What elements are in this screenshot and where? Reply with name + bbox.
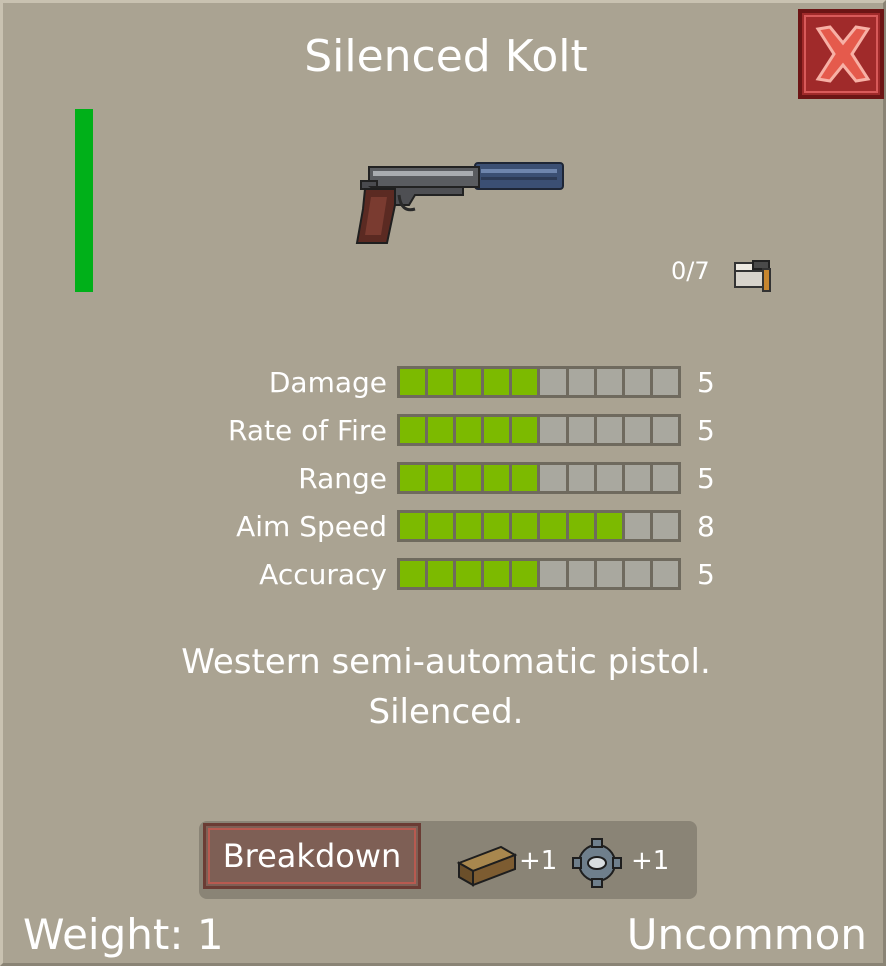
stat-segment-empty: [624, 369, 650, 395]
stat-segment-filled: [512, 465, 538, 491]
stat-segment-filled: [512, 369, 538, 395]
stat-segment-filled: [428, 561, 454, 587]
stat-row: Aim Speed 8: [3, 509, 886, 545]
stat-segment-filled: [568, 513, 594, 539]
stat-bar: [397, 366, 681, 398]
stat-segment-filled: [484, 513, 510, 539]
stat-segment-filled: [456, 513, 482, 539]
close-icon: [815, 25, 871, 83]
stat-value: 5: [697, 462, 715, 495]
stat-segment-filled: [540, 513, 566, 539]
stat-value: 8: [697, 510, 715, 543]
close-button[interactable]: [798, 9, 884, 99]
stat-segment-filled: [400, 369, 426, 395]
stat-segment-empty: [596, 561, 622, 587]
stat-label: Rate of Fire: [228, 414, 387, 447]
stat-segment-empty: [540, 369, 566, 395]
stat-bar: [397, 462, 681, 494]
stat-segment-empty: [652, 417, 678, 443]
rarity-label: Uncommon: [626, 910, 867, 959]
weapon-image: [351, 159, 567, 251]
stat-segment-empty: [596, 369, 622, 395]
stat-bar: [397, 510, 681, 542]
stat-segment-filled: [484, 561, 510, 587]
ammo-count: 0/7: [671, 257, 710, 285]
stat-segment-empty: [652, 513, 678, 539]
stat-bar: [397, 414, 681, 446]
stat-segment-filled: [456, 561, 482, 587]
stat-row: Damage 5: [3, 365, 886, 401]
stat-label: Accuracy: [259, 558, 387, 591]
stat-segment-empty: [652, 561, 678, 587]
stat-segment-filled: [428, 417, 454, 443]
stat-segment-empty: [596, 417, 622, 443]
item-description: Western semi-automatic pistol. Silenced.: [3, 637, 886, 737]
stat-segment-filled: [484, 465, 510, 491]
stat-segment-empty: [568, 417, 594, 443]
stat-segment-filled: [428, 465, 454, 491]
stat-row: Rate of Fire 5: [3, 413, 886, 449]
breakdown-button[interactable]: Breakdown: [203, 823, 421, 889]
stat-segment-empty: [568, 369, 594, 395]
item-title: Silenced Kolt: [304, 31, 588, 82]
stat-segment-empty: [652, 369, 678, 395]
stat-segment-filled: [484, 369, 510, 395]
durability-bar: [75, 109, 93, 292]
description-line-2: Silenced.: [368, 692, 524, 732]
stat-label: Range: [298, 462, 387, 495]
stat-segment-empty: [540, 465, 566, 491]
stat-segment-empty: [624, 561, 650, 587]
stat-segment-empty: [596, 465, 622, 491]
stat-segment-empty: [568, 561, 594, 587]
stat-segment-filled: [484, 417, 510, 443]
stat-value: 5: [697, 414, 715, 447]
stat-segment-filled: [512, 513, 538, 539]
wood-amount: +1: [519, 846, 558, 876]
stat-segment-empty: [540, 417, 566, 443]
gear-icon: [569, 837, 625, 893]
stat-row: Accuracy 5: [3, 557, 886, 593]
stat-segment-empty: [540, 561, 566, 587]
stat-value: 5: [697, 366, 715, 399]
stat-segment-filled: [400, 465, 426, 491]
stat-segment-filled: [400, 417, 426, 443]
weight-label: Weight: 1: [23, 910, 224, 959]
stat-row: Range 5: [3, 461, 886, 497]
stat-segment-empty: [624, 465, 650, 491]
stat-segment-empty: [568, 465, 594, 491]
stat-segment-filled: [456, 465, 482, 491]
stat-segment-filled: [400, 513, 426, 539]
stat-segment-filled: [428, 369, 454, 395]
stat-label: Damage: [268, 366, 387, 399]
wood-plank-icon: [455, 841, 519, 893]
ammo-box-icon: [733, 257, 775, 297]
item-detail-panel: Silenced Kolt 0/7 Damage 5 Rate of Fire …: [0, 0, 886, 966]
stat-segment-empty: [624, 513, 650, 539]
stat-segment-filled: [400, 561, 426, 587]
stat-segment-filled: [456, 369, 482, 395]
stat-value: 5: [697, 558, 715, 591]
gear-amount: +1: [631, 846, 670, 876]
description-line-1: Western semi-automatic pistol.: [181, 642, 711, 682]
stat-segment-empty: [624, 417, 650, 443]
stat-segment-filled: [512, 561, 538, 587]
stat-segment-empty: [652, 465, 678, 491]
stat-segment-filled: [512, 417, 538, 443]
stat-segment-filled: [596, 513, 622, 539]
stat-segment-filled: [428, 513, 454, 539]
stat-bar: [397, 558, 681, 590]
stat-segment-filled: [456, 417, 482, 443]
stat-label: Aim Speed: [236, 510, 387, 543]
